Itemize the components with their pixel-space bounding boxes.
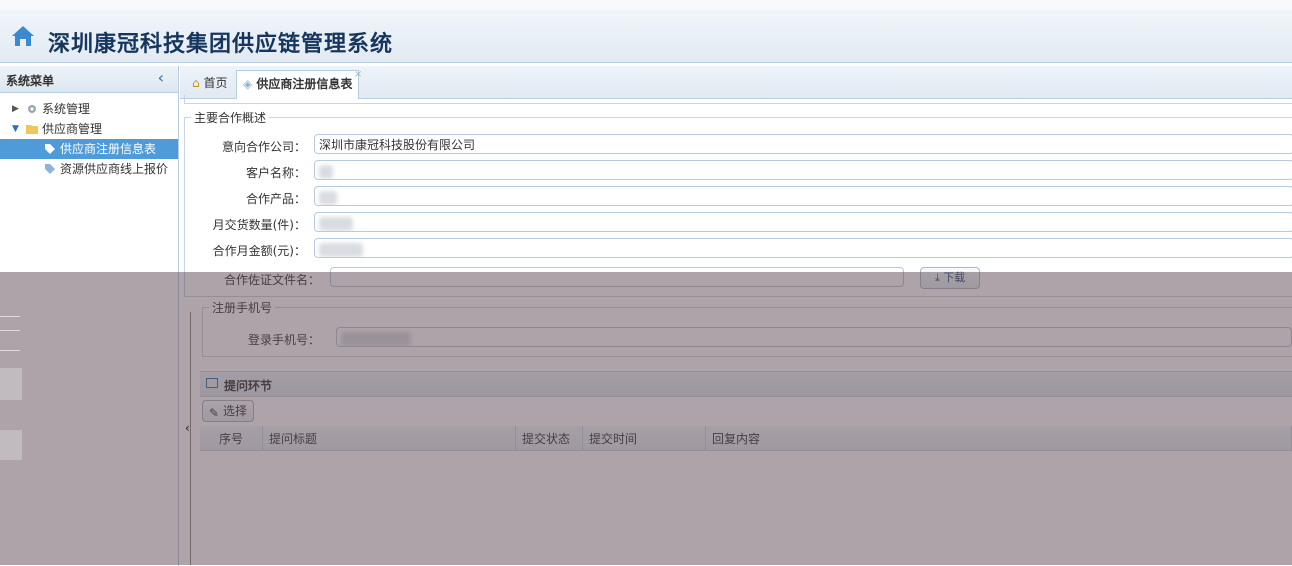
sidebar-item-label: 资源供应商线上报价	[60, 162, 169, 176]
sidebar-item-supplier[interactable]: ▼ 供应商管理	[0, 119, 178, 139]
sidebar: 系统菜单 ‹ ▶ 系统管理 ▼ 供应商管理 供应商注册信息表 资源供应商线上报价	[0, 66, 179, 566]
sidebar-item-label: 供应商注册信息表	[60, 142, 157, 156]
field-monthly-quantity: 月交货数量(件)：	[180, 212, 1292, 234]
field-product: 合作产品：	[180, 186, 1292, 208]
column-header-time[interactable]: 提交时间	[582, 426, 706, 451]
column-header-status[interactable]: 提交状态	[515, 426, 583, 451]
field-label: 合作产品：	[245, 192, 306, 206]
field-label: 登录手机号：	[247, 333, 320, 347]
redacted-value	[319, 242, 363, 257]
gear-icon	[28, 105, 36, 113]
questions-table: 序号 提问标题 提交状态 提交时间 回复内容	[200, 426, 1292, 451]
sidebar-item-supplier-register[interactable]: 供应商注册信息表	[0, 139, 178, 159]
redacted-value	[319, 164, 333, 179]
cooperation-legend: 主要合作概述	[194, 111, 267, 125]
product-input[interactable]	[314, 186, 1292, 206]
table-icon	[206, 378, 218, 388]
app-header: 深圳康冠科技集团供应链管理系统	[0, 0, 1292, 63]
select-button[interactable]: ✎ 选择	[202, 400, 255, 422]
questions-panel-header: 提问环节	[200, 371, 1292, 397]
tree-expand-icon[interactable]: ▶	[12, 99, 19, 119]
column-header-title[interactable]: 提问标题	[262, 426, 516, 451]
collapse-sidebar-icon[interactable]: ‹	[158, 68, 164, 87]
column-header-index[interactable]: 序号	[200, 426, 263, 451]
field-monthly-amount: 合作月金额(元)：	[180, 238, 1292, 260]
collapse-handle-icon[interactable]: ‹	[185, 421, 190, 435]
home-icon[interactable]	[10, 24, 36, 48]
field-label: 合作月金额(元)：	[212, 244, 306, 258]
pencil-icon: ✎	[209, 406, 220, 420]
intended-company-input[interactable]: 深圳市康冠科技股份有限公司	[314, 134, 1292, 154]
home-icon: ⌂	[192, 76, 200, 90]
field-login-phone: 登录手机号：	[180, 327, 1292, 349]
tab-home[interactable]: ⌂ 首页	[186, 70, 233, 97]
select-label: 选择	[223, 404, 248, 418]
proof-file-input[interactable]	[330, 267, 904, 287]
customer-name-input[interactable]	[314, 160, 1292, 180]
questions-title: 提问环节	[224, 379, 273, 393]
redacted-value	[319, 216, 353, 231]
field-label: 合作佐证文件名：	[223, 273, 320, 287]
tag-icon	[45, 164, 55, 174]
field-label: 意向合作公司：	[221, 140, 306, 154]
tab-label: 供应商注册信息表	[256, 77, 353, 91]
field-customer-name: 客户名称：	[180, 160, 1292, 182]
redacted-value	[341, 331, 411, 346]
download-icon: ⤓	[934, 271, 940, 284]
sidebar-item-label: 供应商管理	[42, 122, 103, 136]
monthly-amount-input[interactable]	[314, 238, 1292, 258]
download-button[interactable]: ⤓ 下载	[920, 267, 980, 289]
main-content: 主要合作概述 意向合作公司： 深圳市康冠科技股份有限公司 客户名称： 合作产品：…	[180, 95, 1292, 565]
redacted-value	[319, 190, 337, 205]
field-intended-company: 意向合作公司： 深圳市康冠科技股份有限公司	[180, 134, 1292, 156]
sidebar-item-online-quote[interactable]: 资源供应商线上报价	[0, 159, 178, 179]
tab-label: 首页	[203, 76, 228, 90]
top-border-remnant	[184, 95, 1292, 104]
field-label: 客户名称：	[245, 166, 306, 180]
folder-icon	[26, 125, 38, 134]
tag-icon: ◈	[243, 77, 253, 91]
column-header-reply[interactable]: 回复内容	[705, 426, 1292, 451]
download-label: 下载	[943, 271, 966, 284]
sidebar-item-label: 系统管理	[42, 102, 91, 116]
tag-icon	[45, 144, 55, 154]
top-strip	[0, 0, 1292, 10]
monthly-quantity-input[interactable]	[314, 212, 1292, 232]
register-legend: 注册手机号	[212, 301, 273, 315]
sidebar-title: 系统菜单	[6, 74, 55, 88]
tree-collapse-icon[interactable]: ▼	[12, 119, 19, 139]
table-header-row: 序号 提问标题 提交状态 提交时间 回复内容	[200, 426, 1292, 451]
sidebar-header: 系统菜单 ‹	[0, 66, 178, 93]
close-tab-icon[interactable]: ×	[354, 61, 362, 88]
app-title: 深圳康冠科技集团供应链管理系统	[48, 32, 394, 57]
field-label: 月交货数量(件)：	[212, 218, 306, 232]
sidebar-item-system[interactable]: ▶ 系统管理	[0, 99, 178, 119]
field-proof-file: 合作佐证文件名： ⤓ 下载	[180, 267, 1292, 289]
login-phone-input[interactable]	[336, 327, 1292, 347]
